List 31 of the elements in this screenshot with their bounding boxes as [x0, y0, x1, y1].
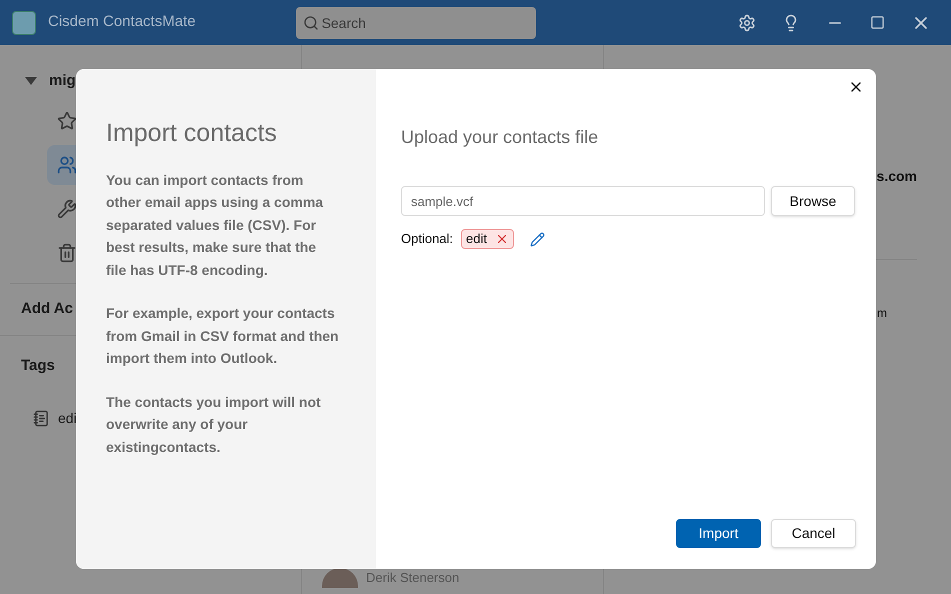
description-text: For example, export your contacts from Gmail in CSV format and then import them into Outlook.: [106, 304, 340, 368]
add-account-label[interactable]: Add Ac: [21, 298, 73, 320]
trash-icon: [57, 242, 77, 262]
expand-triangle-icon[interactable]: [25, 77, 37, 86]
contacts-icon: [57, 154, 77, 174]
search-field[interactable]: Search: [296, 6, 536, 38]
account-name[interactable]: mig: [49, 70, 76, 92]
contact-email: s.com: [876, 167, 917, 186]
description-text: You can import contacts from other email apps using a comma separated values file (CSV). For best results, make sure that the file has UTF-8 encoding.: [106, 170, 324, 280]
avatar: [322, 568, 358, 588]
search-icon: [302, 14, 319, 30]
browse-button[interactable]: Browse: [771, 186, 855, 216]
settings-icon[interactable]: [738, 14, 756, 32]
upload-heading: Upload your contacts file: [401, 126, 600, 149]
detail-text: m: [877, 305, 887, 322]
tag-chip-label: edit: [466, 230, 488, 248]
tag-label[interactable]: edi: [58, 408, 77, 428]
tools-icon: [57, 198, 77, 218]
maximize-icon[interactable]: [870, 15, 885, 30]
app-logo-icon: [12, 10, 36, 34]
import-button[interactable]: Import: [676, 519, 761, 548]
optional-label: Optional:: [401, 230, 454, 248]
dialog-title: Import contacts: [106, 118, 278, 149]
description-text: The contacts you import will not overwrite any of your existingcontacts.: [106, 392, 322, 457]
tags-heading: Tags: [21, 356, 55, 374]
tag-icon: [33, 410, 50, 426]
file-field[interactable]: sample.vcf: [401, 186, 765, 216]
star-icon: [57, 110, 77, 130]
window-title: Cisdem ContactsMate: [48, 12, 196, 32]
cancel-button[interactable]: Cancel: [771, 519, 856, 548]
pencil-icon[interactable]: [530, 232, 546, 246]
